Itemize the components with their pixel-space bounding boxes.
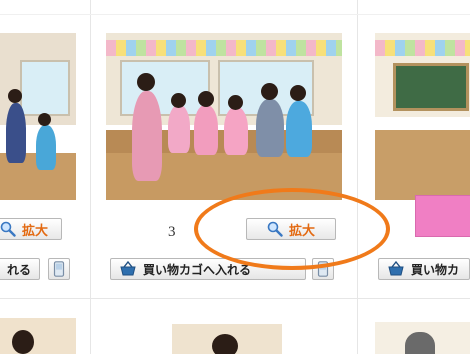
shopping-basket-icon	[120, 261, 136, 276]
grid-divider	[357, 0, 358, 354]
grid-divider	[90, 0, 91, 354]
add-to-cart-label: 買い物カゴへ入れる	[143, 262, 252, 277]
grid-divider	[0, 298, 470, 299]
highlight-ring	[194, 188, 390, 270]
mobile-button[interactable]	[48, 258, 70, 280]
grid-divider	[0, 14, 470, 15]
add-to-cart-button[interactable]: れる	[0, 258, 40, 280]
mobile-phone-icon	[53, 261, 65, 277]
photo-thumbnail[interactable]	[375, 322, 470, 354]
highlight-box	[415, 195, 470, 237]
zoom-button[interactable]: 拡大	[0, 218, 62, 240]
photo-thumbnail[interactable]	[172, 324, 282, 354]
add-to-cart-label: 買い物カ	[411, 262, 460, 277]
photo-thumbnail[interactable]	[106, 33, 342, 200]
magnifier-icon	[0, 221, 16, 237]
add-to-cart-label: れる	[7, 262, 32, 277]
zoom-button-label: 拡大	[21, 223, 48, 239]
photo-grid: 拡大 れる 3 拡大 買い物カゴへ入れる 買い物カ	[0, 0, 470, 354]
photo-thumbnail[interactable]	[0, 318, 76, 354]
photo-number: 3	[168, 224, 176, 240]
shopping-basket-icon	[388, 261, 404, 276]
add-to-cart-button[interactable]: 買い物カ	[378, 258, 470, 280]
photo-thumbnail[interactable]	[0, 33, 76, 200]
photo-thumbnail[interactable]	[375, 33, 470, 200]
